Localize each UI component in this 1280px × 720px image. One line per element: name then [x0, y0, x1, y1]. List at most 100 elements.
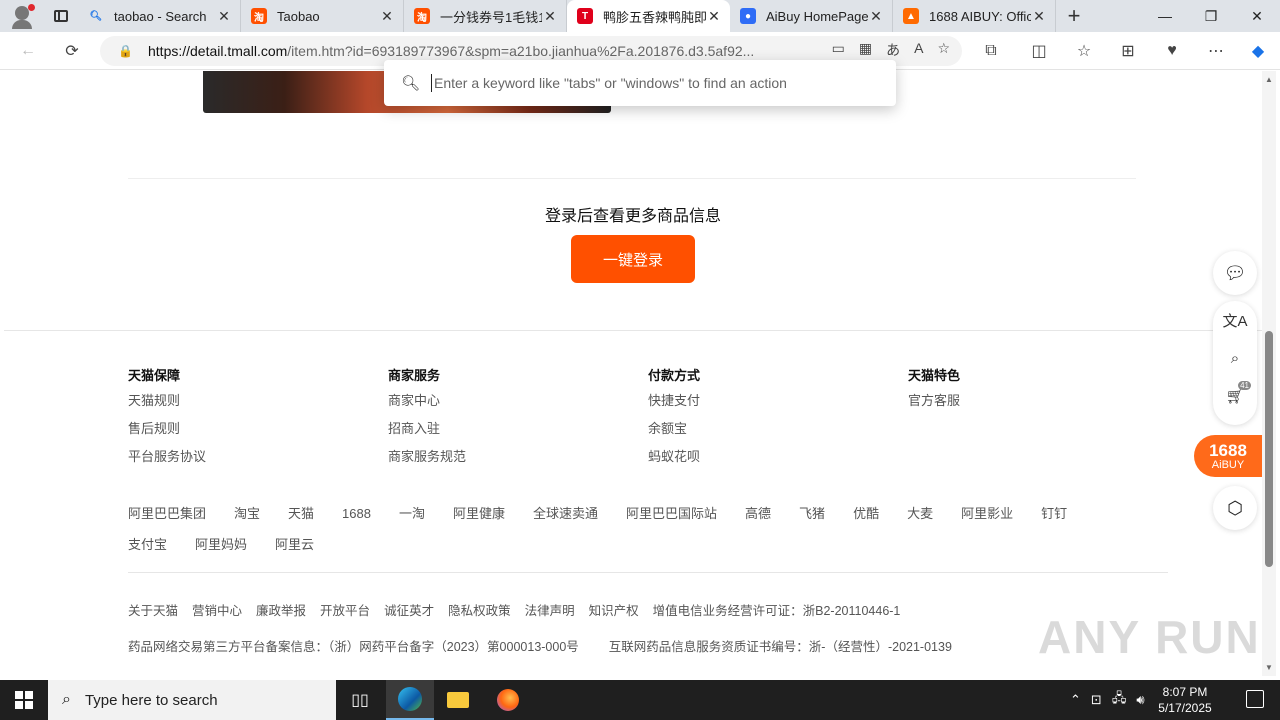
- copilot-icon[interactable]: ◆: [1244, 38, 1272, 64]
- partner-link[interactable]: 优酷: [853, 503, 879, 531]
- legal-link[interactable]: 隐私权政策: [448, 604, 511, 618]
- cart-icon[interactable]: 🛒︎ 41: [1213, 377, 1257, 415]
- translate-tool-icon[interactable]: 文A: [1213, 301, 1257, 339]
- read-aloud-icon[interactable]: A: [914, 40, 923, 60]
- partner-link[interactable]: 一淘: [399, 503, 425, 531]
- partner-link[interactable]: 飞猪: [799, 503, 825, 531]
- partner-link[interactable]: 全球速卖通: [533, 503, 598, 531]
- close-tab-icon[interactable]: ✕: [542, 8, 558, 25]
- legal-link[interactable]: 关于天猫: [128, 604, 178, 618]
- close-tab-icon[interactable]: ✕: [706, 8, 722, 25]
- legal-link[interactable]: 营销中心: [192, 604, 242, 618]
- split-screen-icon[interactable]: ◫: [1025, 38, 1053, 64]
- close-tab-icon[interactable]: ✕: [379, 8, 395, 25]
- browser-tab[interactable]: T 鸭胗五香辣鸭肫即 ✕: [567, 0, 730, 32]
- notification-icon[interactable]: [1246, 690, 1264, 708]
- minimize-button[interactable]: —: [1142, 0, 1188, 32]
- scroll-down-icon[interactable]: ▼: [1265, 663, 1273, 672]
- legal-links: 关于天猫 营销中心 廉政举报 开放平台 诚征英才 隐私权政策 法律声明 知识产权 增值电信业务经…: [128, 600, 914, 619]
- legal-link[interactable]: 诚征英才: [384, 604, 434, 618]
- browser-tab[interactable]: 🔍︎ taobao - Search ✕: [78, 0, 241, 32]
- browser-essentials-icon[interactable]: ♥: [1158, 38, 1186, 64]
- legal-link[interactable]: 增值电信业务经营许可证：浙B2-20110446-1: [653, 604, 901, 618]
- browser-tab[interactable]: 淘 Taobao ✕: [241, 0, 404, 32]
- aibuy-floating-button[interactable]: 1688 AiBUY: [1194, 435, 1262, 477]
- partner-link[interactable]: 阿里影业: [961, 503, 1013, 531]
- partner-link[interactable]: 大麦: [907, 503, 933, 531]
- legal-link[interactable]: 开放平台: [320, 604, 370, 618]
- tray-chevron-icon[interactable]: ⌃: [1070, 692, 1081, 708]
- legal-link[interactable]: 知识产权: [589, 604, 639, 618]
- favorite-star-icon[interactable]: ☆: [937, 40, 950, 60]
- new-tab-button[interactable]: +: [1056, 0, 1092, 32]
- scroll-up-icon[interactable]: ▲: [1265, 75, 1273, 84]
- footer-link[interactable]: 官方客服: [908, 393, 960, 421]
- lock-icon[interactable]: 🔒: [118, 44, 134, 58]
- footer-link[interactable]: 商家服务规范: [388, 449, 466, 477]
- partner-link[interactable]: 天猫: [288, 503, 314, 531]
- partner-link[interactable]: 淘宝: [234, 503, 260, 531]
- volume-icon[interactable]: 🔊︎: [1136, 692, 1144, 708]
- qr-icon[interactable]: ▦: [859, 40, 872, 60]
- taskbar-search[interactable]: ⌕ Type here to search: [48, 680, 336, 720]
- task-view-icon[interactable]: ▯▯: [336, 680, 384, 720]
- restore-button[interactable]: ❐: [1188, 0, 1234, 32]
- back-icon[interactable]: ←: [14, 38, 42, 64]
- footer-link[interactable]: 平台服务协议: [128, 449, 206, 477]
- footer-link[interactable]: 招商入驻: [388, 421, 466, 449]
- partner-link[interactable]: 钉钉: [1041, 503, 1067, 531]
- partner-link[interactable]: 支付宝: [128, 534, 167, 562]
- divider: [128, 572, 1168, 573]
- start-button[interactable]: [0, 680, 48, 720]
- partner-link[interactable]: 高德: [745, 503, 771, 531]
- footer-link[interactable]: 售后规则: [128, 421, 206, 449]
- license-text[interactable]: 互联网药品信息服务资质证书编号：浙-（经营性）-2021-0139: [609, 640, 952, 654]
- legal-link[interactable]: 法律声明: [525, 604, 575, 618]
- profile-avatar-icon[interactable]: [0, 0, 44, 32]
- close-tab-icon[interactable]: ✕: [868, 8, 884, 25]
- image-search-icon[interactable]: ⌕: [1213, 339, 1257, 377]
- footer-link[interactable]: 快捷支付: [648, 393, 700, 421]
- refresh-icon[interactable]: ⟳: [58, 38, 86, 64]
- footer-column-heading: 天猫保障: [128, 368, 181, 383]
- app-available-icon[interactable]: ▭: [832, 40, 845, 60]
- browser-tab[interactable]: ● AiBuy HomePage ✕: [730, 0, 893, 32]
- legal-link[interactable]: 廉政举报: [256, 604, 306, 618]
- partner-link[interactable]: 1688: [342, 506, 371, 534]
- partner-link[interactable]: 阿里巴巴国际站: [626, 503, 717, 531]
- browser-tab[interactable]: 淘一分钱券号1毛钱1 ✕: [404, 0, 567, 32]
- partner-link[interactable]: 阿里巴巴集团: [128, 503, 206, 531]
- aibuy-label: AiBUY: [1211, 458, 1245, 471]
- settings-hexagon-icon[interactable]: ⬡: [1213, 486, 1257, 530]
- one-click-login-button[interactable]: 一键登录: [571, 235, 695, 283]
- command-search-input[interactable]: [434, 75, 874, 91]
- extensions-icon[interactable]: ⧉: [977, 38, 1005, 64]
- close-window-button[interactable]: ✕: [1234, 0, 1280, 32]
- page-scrollbar[interactable]: ▲ ▼: [1262, 71, 1276, 676]
- tray-device-icon[interactable]: ⊡: [1091, 692, 1102, 708]
- footer-link[interactable]: 商家中心: [388, 393, 466, 421]
- network-icon[interactable]: 🖧︎: [1112, 689, 1127, 711]
- partner-link[interactable]: 阿里云: [275, 534, 314, 562]
- firefox-icon[interactable]: [484, 680, 532, 720]
- settings-more-icon[interactable]: ⋯: [1202, 38, 1230, 64]
- partner-link[interactable]: 阿里健康: [453, 503, 505, 531]
- translate-icon[interactable]: あ: [886, 40, 900, 60]
- file-explorer-icon[interactable]: [434, 680, 482, 720]
- partner-link[interactable]: 阿里妈妈: [195, 534, 247, 562]
- collections-icon[interactable]: ⊞: [1114, 38, 1142, 64]
- license-text[interactable]: 药品网络交易第三方平台备案信息：（浙）网药平台备字（2023）第000013-0…: [128, 640, 579, 654]
- scrollbar-thumb[interactable]: [1265, 331, 1273, 567]
- footer-link[interactable]: 余额宝: [648, 421, 700, 449]
- url-text[interactable]: https://detail.tmall.com/item.htm?id=693…: [148, 43, 760, 59]
- browser-tab[interactable]: ▲ 1688 AIBUY: Offici ✕: [893, 0, 1056, 32]
- tab-actions-icon[interactable]: [44, 0, 78, 32]
- footer-link[interactable]: 天猫规则: [128, 393, 206, 421]
- close-tab-icon[interactable]: ✕: [216, 8, 232, 25]
- edge-taskbar-icon[interactable]: [386, 680, 434, 720]
- footer-link[interactable]: 蚂蚁花呗: [648, 449, 700, 477]
- clock[interactable]: 8:07 PM 5/17/2025: [1150, 684, 1220, 716]
- favorites-icon[interactable]: ☆: [1070, 38, 1098, 64]
- close-tab-icon[interactable]: ✕: [1031, 8, 1047, 25]
- chat-bubble-icon[interactable]: 💬︎: [1213, 251, 1257, 295]
